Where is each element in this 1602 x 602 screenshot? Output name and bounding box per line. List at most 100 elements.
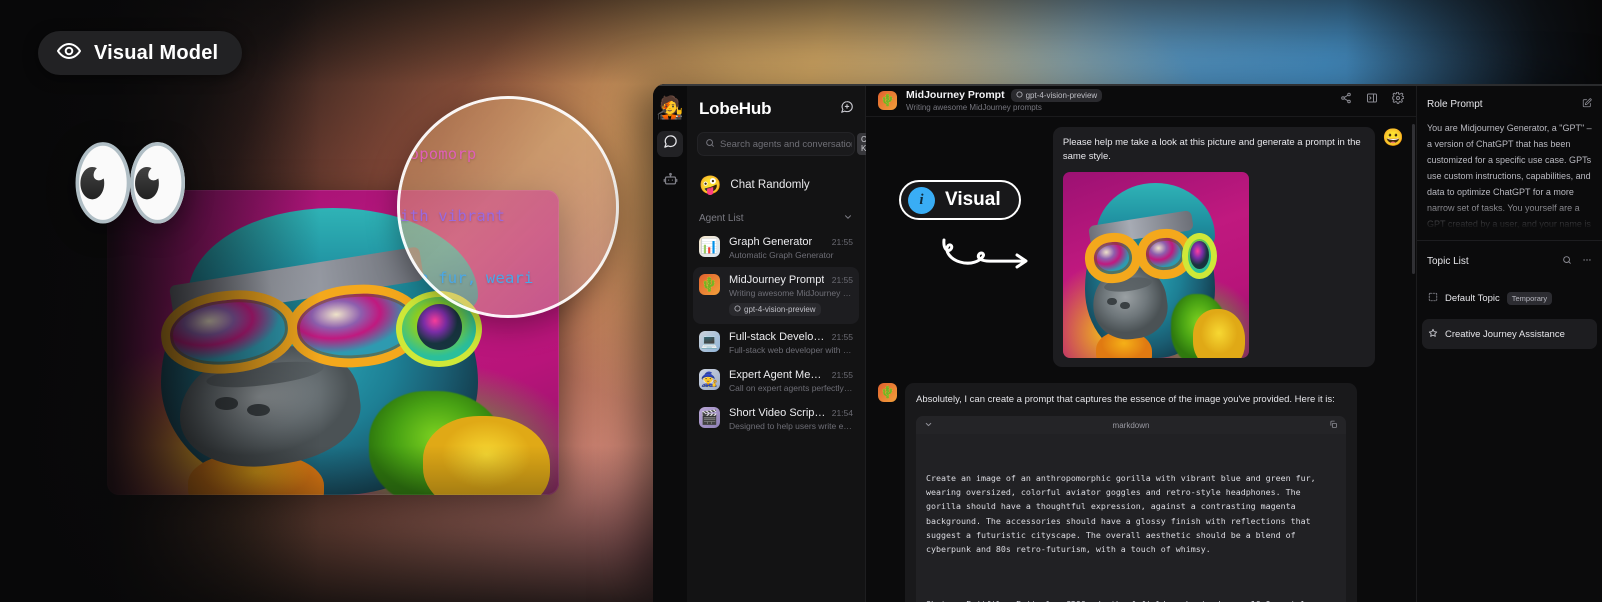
robot-icon <box>663 172 678 192</box>
agent-desc: Call on expert agents perfectly ... <box>729 383 853 393</box>
agent-list-header[interactable]: Agent List <box>699 212 853 225</box>
dashed-square-icon <box>1428 289 1438 307</box>
panel-toggle-icon[interactable] <box>1366 91 1378 109</box>
chat-subtitle: Writing awesome MidJourney prompts <box>906 102 1042 112</box>
agent-time: 21:55 <box>831 275 853 285</box>
openai-icon <box>734 305 741 314</box>
user-bubble: Please help me take a look at this pictu… <box>1052 127 1375 367</box>
role-prompt-text: You are Midjourney Generator, a "GPT" – … <box>1427 123 1592 230</box>
code-block: markdown Create an image of an anthropom… <box>916 416 1346 602</box>
agent-model-label: gpt-4-vision-preview <box>744 305 816 314</box>
arrow-doodle-icon <box>942 238 1028 269</box>
agent-name: Full-stack Developer <box>729 331 826 343</box>
chat-bubble-icon <box>663 134 678 154</box>
assistant-bubble: Absolutely, I can create a prompt that c… <box>905 382 1357 602</box>
agent-name: Short Video Script Assi... <box>729 407 826 419</box>
agent-time: 21:54 <box>831 408 853 418</box>
visual-callout-badge: i Visual <box>899 180 1021 220</box>
assistant-intro-text: Absolutely, I can create a prompt that c… <box>916 393 1335 405</box>
sessions-header: LobeHub <box>687 92 865 126</box>
chat-scrollbar[interactable] <box>1412 124 1415 274</box>
code-block-content: Create an image of an anthropomorphic go… <box>916 434 1346 602</box>
status-badge: Temporary <box>1506 291 1553 305</box>
assistant-avatar: 🌵 <box>878 382 897 402</box>
topic-item-default[interactable]: Default Topic Temporary <box>1422 283 1597 313</box>
chat-header-emoji: 🌵 <box>878 90 897 110</box>
header-actions <box>1340 91 1405 109</box>
edit-pencil-icon[interactable] <box>1582 95 1592 113</box>
agent-emoji: 📊 <box>699 236 720 257</box>
info-circle-icon: i <box>908 186 935 214</box>
user-message-text: Please help me take a look at this pictu… <box>1062 137 1361 162</box>
agent-time: 21:55 <box>831 332 853 342</box>
agent-name: MidJourney Prompt <box>729 274 825 286</box>
agent-emoji: 💻 <box>699 331 720 352</box>
more-horizontal-icon[interactable] <box>1582 252 1592 270</box>
chevron-down-icon[interactable] <box>924 420 933 431</box>
agent-desc: Full-stack web developer with e... <box>729 345 853 355</box>
agent-time: 21:55 <box>831 370 853 380</box>
agent-emoji: 🎬 <box>699 407 720 428</box>
header-model-chip: gpt-4-vision-preview <box>1010 88 1103 102</box>
role-prompt-header: Role Prompt <box>1417 84 1602 120</box>
assistant-message: 🌵 Absolutely, I can create a prompt that… <box>878 382 1404 602</box>
topic-label: Creative Journey Assistance <box>1445 328 1565 340</box>
agent-name: Graph Generator <box>729 236 813 248</box>
list-item[interactable]: 🧙 Expert Agent Mentor 21:55 Call on expe… <box>693 362 859 400</box>
topic-label: Default Topic <box>1445 292 1500 304</box>
screenshot-stage: 👀 anthropomorp la with vibrant d green f… <box>0 0 1602 602</box>
agent-list-label: Agent List <box>699 213 744 224</box>
code-block-header: markdown <box>916 416 1346 435</box>
search-icon[interactable] <box>1562 252 1572 270</box>
agent-list: 📊 Graph Generator 21:55 Automatic Graph … <box>687 229 865 438</box>
page-title: MidJourney Prompt <box>906 89 1005 101</box>
agent-time: 21:55 <box>831 237 853 247</box>
chat-randomly-item[interactable]: 🤪 Chat Randomly <box>699 172 855 198</box>
visual-model-badge: Visual Model <box>38 31 243 75</box>
code-language-label: markdown <box>1112 420 1150 430</box>
header-model-label: gpt-4-vision-preview <box>1025 90 1098 100</box>
search-input[interactable] <box>720 138 852 150</box>
chat-header: 🌵 MidJourney Prompt gpt-4-vision-preview… <box>866 84 1416 117</box>
list-item[interactable]: 🎬 Short Video Script Assi... 21:54 Desig… <box>693 400 859 438</box>
copy-icon[interactable] <box>1329 420 1338 431</box>
user-attachment-image[interactable] <box>1062 171 1249 358</box>
chat-randomly-label: Chat Randomly <box>730 179 810 191</box>
lobehub-app-window: 🧑‍🎤 LobeHub <box>653 84 1602 602</box>
agent-emoji: 🌵 <box>699 274 720 295</box>
role-prompt-title: Role Prompt <box>1427 98 1483 110</box>
topic-item-creative[interactable]: Creative Journey Assistance <box>1422 319 1597 349</box>
search-bar[interactable]: Ctrl K <box>697 132 878 156</box>
code-paragraph-2: Shot on Fujifilm, Fujicolor C200, depth … <box>926 597 1336 602</box>
new-chat-icon[interactable] <box>840 100 854 119</box>
chevron-down-icon[interactable] <box>843 212 853 225</box>
rail-item-agents[interactable] <box>657 169 683 195</box>
settings-gear-icon[interactable] <box>1391 91 1405 109</box>
eye-icon <box>56 42 82 65</box>
share-icon[interactable] <box>1340 91 1352 109</box>
code-paragraph-1: Create an image of an anthropomorphic go… <box>926 472 1321 555</box>
openai-icon <box>1016 90 1023 100</box>
eyes-emoji: 👀 <box>68 127 193 239</box>
chat-column: 🌵 MidJourney Prompt gpt-4-vision-preview… <box>866 84 1416 602</box>
icon-rail: 🧑‍🎤 <box>653 84 687 602</box>
list-item[interactable]: 💻 Full-stack Developer 21:55 Full-stack … <box>693 324 859 362</box>
agent-model-chip: gpt-4-vision-preview <box>729 303 821 316</box>
agent-name: Expert Agent Mentor <box>729 369 826 381</box>
magnifier-prompt-text: anthropomorp la with vibrant d green fur… <box>400 145 534 287</box>
avatar[interactable]: 🧑‍🎤 <box>656 97 683 119</box>
list-item[interactable]: 📊 Graph Generator 21:55 Automatic Graph … <box>693 229 859 267</box>
magnifier-circle: anthropomorp la with vibrant d green fur… <box>397 96 619 318</box>
brand-title: LobeHub <box>699 99 772 118</box>
rail-item-chat[interactable] <box>657 131 683 157</box>
user-avatar: 😀 <box>1382 128 1404 147</box>
agent-desc: Designed to help users write en... <box>729 421 853 431</box>
topic-list-header: Topic List <box>1417 241 1602 277</box>
list-item[interactable]: 🌵 MidJourney Prompt 21:55 Writing awesom… <box>693 267 859 324</box>
agent-desc: Writing awesome MidJourney p... <box>729 288 853 298</box>
visual-model-label: Visual Model <box>94 41 219 64</box>
agent-desc: Automatic Graph Generator <box>729 250 834 260</box>
search-icon <box>705 135 715 153</box>
star-icon <box>1428 325 1438 343</box>
chat-randomly-emoji: 🤪 <box>699 174 722 195</box>
